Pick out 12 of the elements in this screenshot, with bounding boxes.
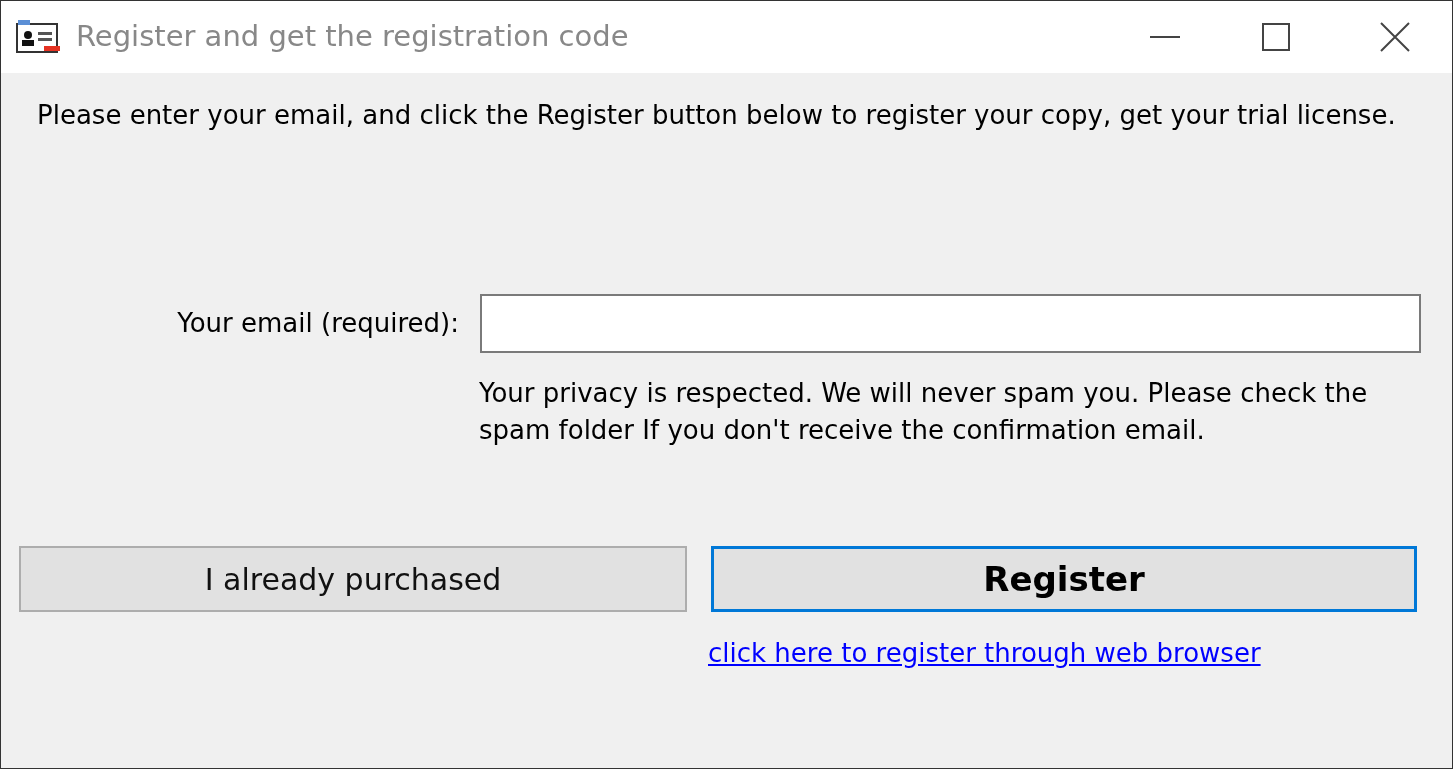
privacy-note: Your privacy is respected. We will never spam you. Please check the spam folder If you don't receive the confirmation email. — [479, 377, 1369, 447]
window-title: Register and get the registration code — [76, 18, 629, 56]
id-card-icon — [14, 18, 62, 56]
email-label: Your email (required): — [176, 307, 459, 340]
email-field[interactable] — [480, 294, 1421, 353]
minimize-icon[interactable] — [1150, 35, 1180, 39]
purchased-button[interactable]: I already purchased — [19, 546, 687, 612]
web-register-link[interactable]: click here to register through web browser — [708, 634, 1434, 673]
close-icon[interactable] — [1380, 22, 1410, 52]
maximize-icon[interactable] — [1262, 23, 1290, 51]
register-button[interactable]: Register — [711, 546, 1417, 612]
instructions-text: Please enter your email, and click the Register button below to register your copy, get your trial license. — [37, 99, 1397, 132]
